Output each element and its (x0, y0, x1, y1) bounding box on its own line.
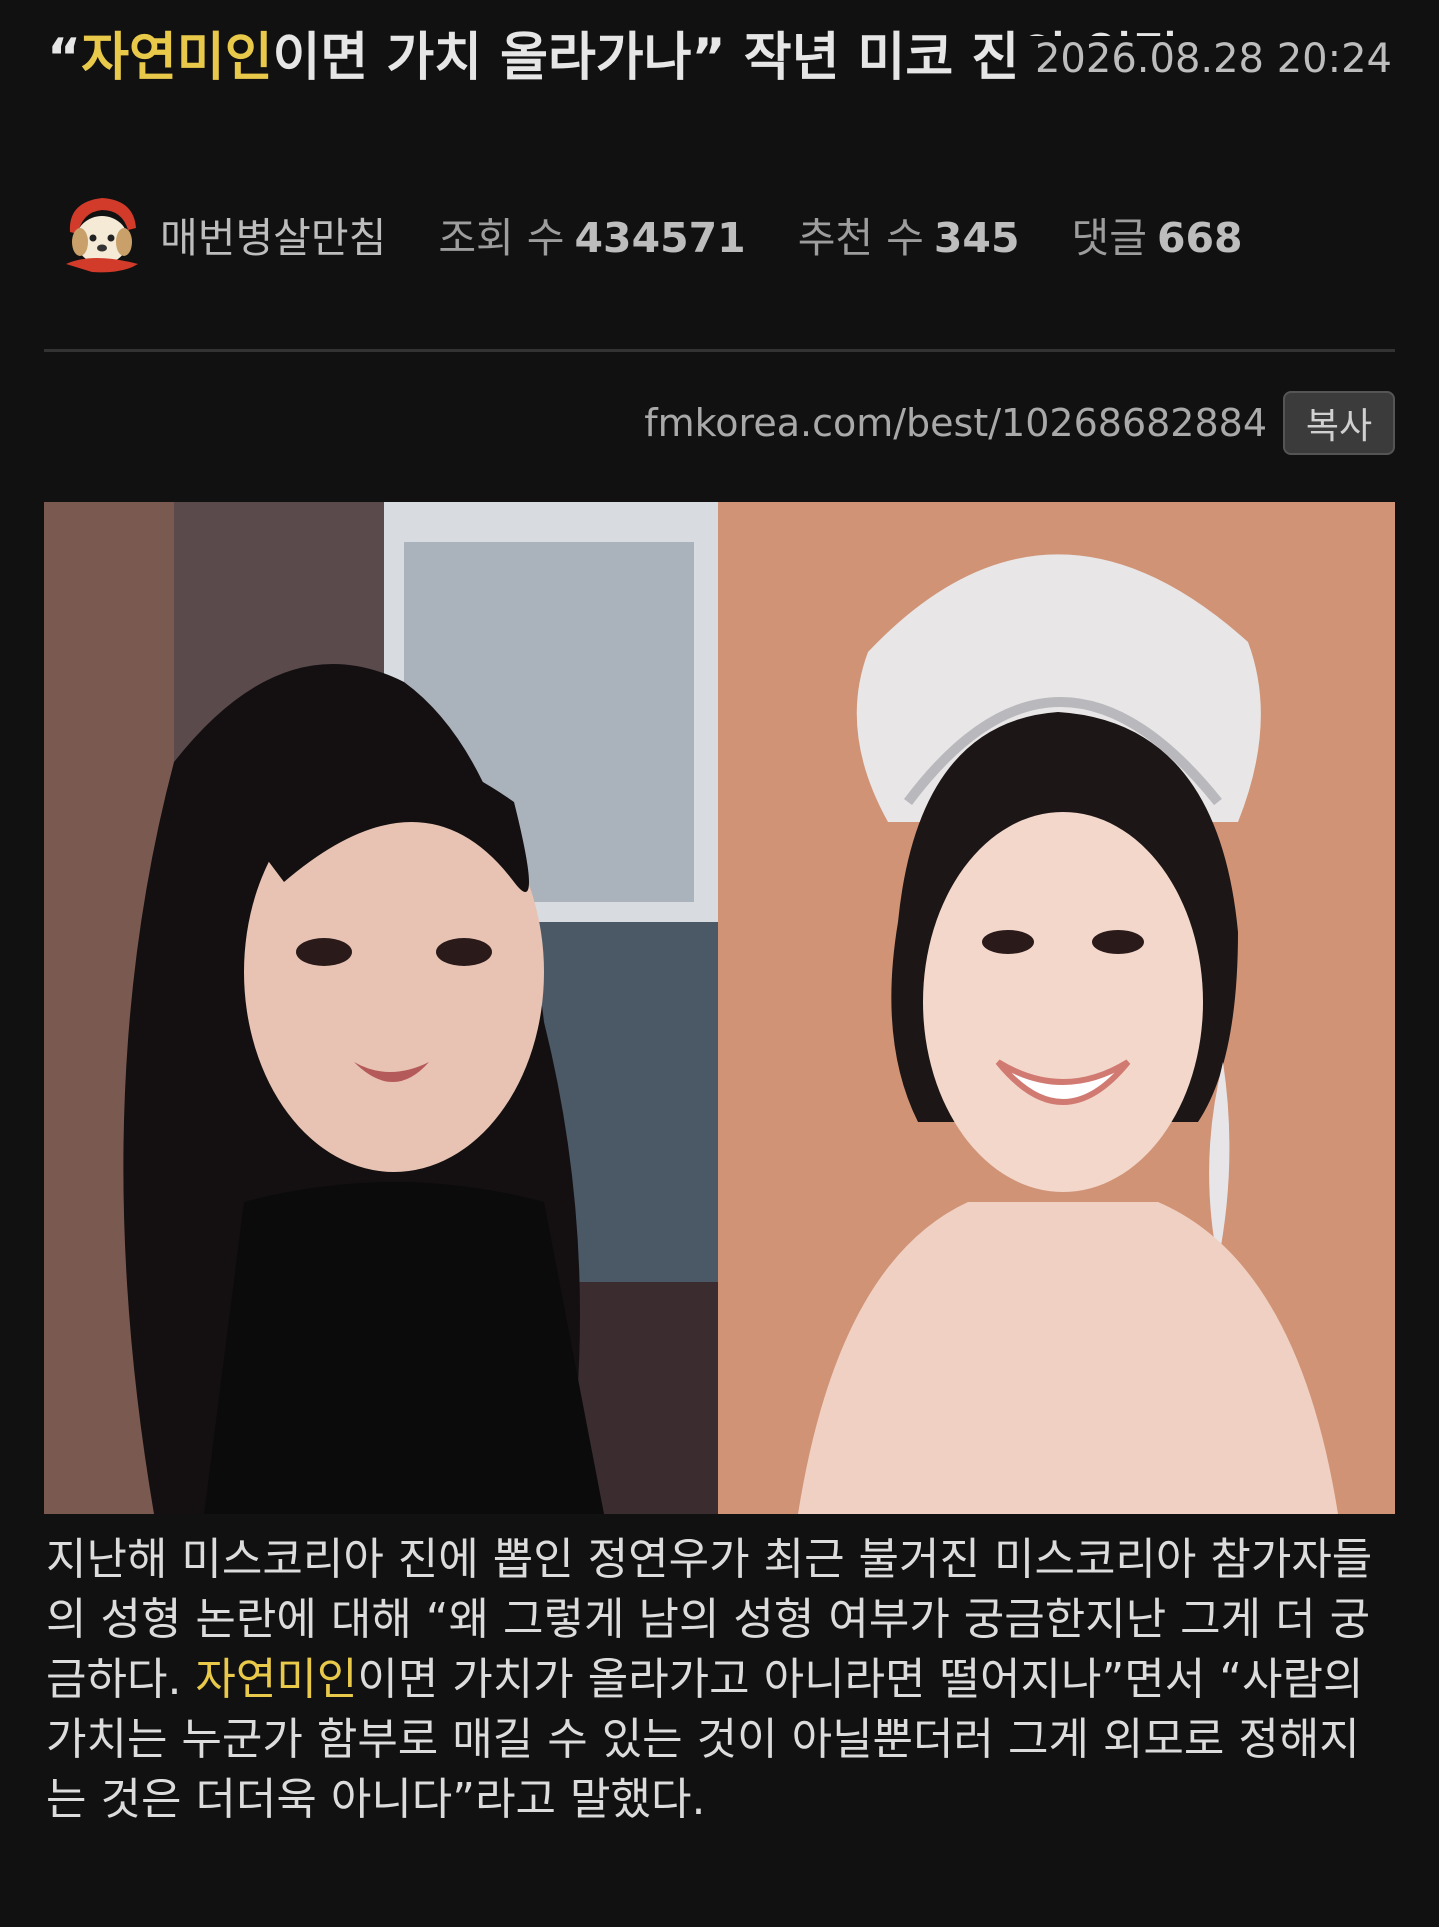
post-body: 지난해 미스코리아 진에 뽑인 정연우가 최근 불거진 미스코리아 참가자들의 … (46, 1530, 1396, 1830)
recommend-label: 추천 수 (797, 214, 924, 262)
photo-left-woman (44, 502, 718, 1514)
views-count: 434571 (574, 214, 746, 262)
post-meta: 매번병살만침 조회 수 434571 추천 수 345 댓글 668 (52, 192, 1295, 276)
post-date: 2026.08.28 20:24 (1016, 36, 1392, 82)
views-stat: 조회 수 434571 (438, 204, 745, 264)
post-container: “자연미인이면 가치 올라가나” 작년 미코 진의 일갈 2026.08.28 … (0, 0, 1439, 1927)
comments-count: 668 (1156, 214, 1243, 262)
puppy-avatar-icon[interactable] (52, 192, 152, 276)
comments-stat: 댓글 668 (1072, 204, 1243, 264)
header-divider (44, 349, 1395, 352)
body-highlight[interactable]: 자연미인 (195, 1654, 357, 1705)
copy-url-button[interactable]: 복사 (1283, 391, 1395, 455)
title-highlight[interactable]: 자연미인 (81, 28, 272, 88)
post-url[interactable]: fmkorea.com/best/10268682884 (644, 401, 1267, 445)
recommend-count: 345 (933, 214, 1020, 262)
recommend-stat: 추천 수 345 (798, 204, 1020, 264)
post-image (44, 502, 1395, 1514)
photo-right-miss-korea (718, 502, 1395, 1514)
views-label: 조회 수 (438, 214, 565, 262)
url-row: fmkorea.com/best/10268682884 복사 (644, 390, 1395, 456)
title-open-quote: “ (47, 28, 82, 88)
post-header: “자연미인이면 가치 올라가나” 작년 미코 진의 일갈 2026.08.28 … (47, 26, 1392, 90)
comments-label: 댓글 (1071, 214, 1147, 262)
author-name[interactable]: 매번병살만침 (160, 204, 386, 264)
